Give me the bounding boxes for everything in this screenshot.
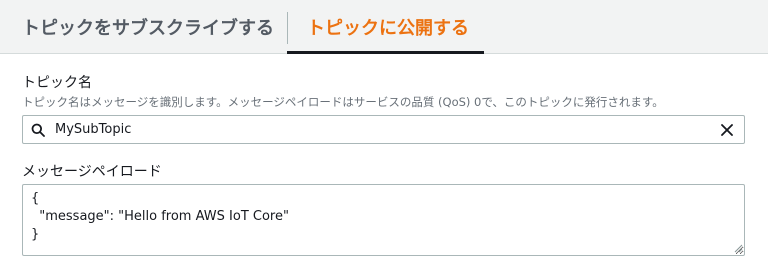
topic-name-description: トピック名はメッセージを識別します。メッセージペイロードはサービスの品質 (Qo… bbox=[22, 95, 664, 109]
tab-bar: トピックをサブスクライブする トピックに公開する bbox=[0, 0, 768, 54]
message-payload-label: メッセージペイロード bbox=[22, 164, 162, 180]
clear-topic-button[interactable] bbox=[710, 116, 744, 143]
search-icon bbox=[23, 116, 53, 143]
topic-name-input[interactable] bbox=[53, 116, 710, 143]
close-icon bbox=[721, 123, 733, 136]
tab-divider bbox=[287, 12, 288, 44]
tab-subscribe-to-topic[interactable]: トピックをサブスクライブする bbox=[22, 0, 274, 54]
tab-subscribe-label: トピックをサブスクライブする bbox=[22, 18, 274, 39]
topic-name-label: トピック名 bbox=[22, 75, 92, 91]
publish-panel: トピック名 トピック名はメッセージを識別します。メッセージペイロードはサービスの… bbox=[0, 54, 768, 267]
tab-publish-label: トピックに公開する bbox=[307, 18, 469, 39]
topic-name-field bbox=[22, 115, 745, 144]
tab-publish-to-topic[interactable]: トピックに公開する bbox=[307, 0, 469, 54]
message-payload-textarea[interactable]: { "message": "Hello from AWS IoT Core" } bbox=[22, 184, 745, 256]
